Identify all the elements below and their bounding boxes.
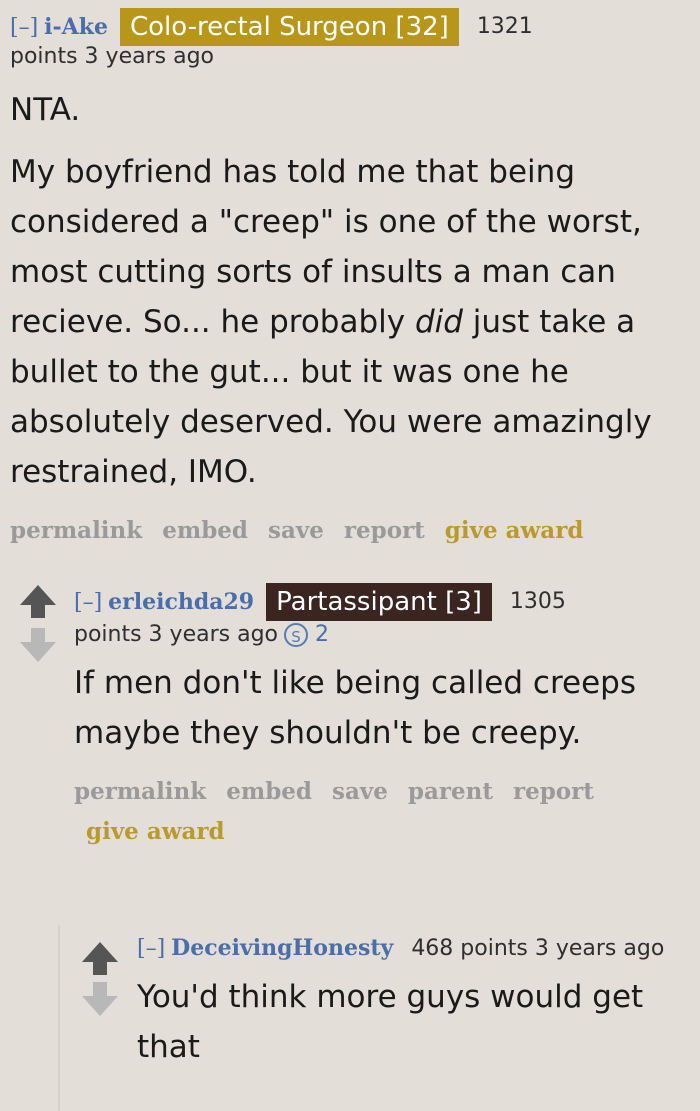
collapse-toggle[interactable]: [–]	[74, 590, 102, 615]
report-button[interactable]: report	[513, 778, 594, 805]
author-link[interactable]: i-Ake	[44, 14, 108, 40]
downvote-arrow-icon[interactable]	[82, 982, 118, 1016]
save-button[interactable]: save	[268, 517, 324, 544]
comment-meta: points 3 years ago S 2	[74, 622, 329, 647]
body-paragraph: If men don't like being called creeps ma…	[74, 665, 636, 751]
upvote-arrow-icon[interactable]	[20, 585, 56, 618]
user-flair: Partassipant [3]	[266, 583, 492, 621]
comment-actions: permalink embed save report give award	[10, 511, 692, 551]
comment-actions: permalink embed save parent report give award	[74, 772, 674, 852]
comment-body: NTA. My boyfriend has told me that being…	[10, 85, 692, 497]
comment-2: [–] erleichda29 Partassipant [3] 1305 point…	[74, 583, 694, 852]
score: 1321	[476, 14, 533, 39]
user-flair: Colo-rectal Surgeon [32]	[119, 8, 459, 46]
comment-tagline: [–] DeceivingHonesty 468 points 3 years ag…	[137, 931, 695, 966]
body-paragraph: NTA.	[10, 92, 81, 128]
comment-meta: points 3 years ago	[10, 44, 214, 69]
save-button[interactable]: save	[332, 778, 388, 805]
permalink-button[interactable]: permalink	[10, 517, 142, 544]
silver-award-icon: S	[284, 623, 308, 647]
comment-meta: 468 points 3 years ago	[411, 936, 665, 961]
comment-body: You'd think more guys would get that	[137, 972, 677, 1072]
author-link[interactable]: erleichda29	[108, 589, 254, 615]
author-link[interactable]: DeceivingHonesty	[171, 935, 393, 961]
permalink-button[interactable]: permalink	[74, 778, 206, 805]
comment-body: If men don't like being called creeps ma…	[74, 658, 654, 758]
report-button[interactable]: report	[344, 517, 425, 544]
give-award-button[interactable]: give award	[86, 818, 225, 845]
downvote-arrow-icon[interactable]	[20, 628, 56, 662]
comment-3: [–] DeceivingHonesty 468 points 3 years ag…	[137, 931, 695, 1072]
body-paragraph: You'd think more guys would get that	[137, 979, 644, 1065]
body-paragraph: My boyfriend has told me that being cons…	[10, 154, 652, 490]
comment-1: [–] i-Ake Colo-rectal Surgeon [32] 1321 poi…	[10, 8, 692, 551]
emphasis-text: did	[414, 304, 463, 340]
embed-button[interactable]: embed	[162, 517, 248, 544]
comment-tagline: [–] erleichda29 Partassipant [3] 1305 point…	[74, 583, 694, 650]
give-award-button[interactable]: give award	[445, 517, 584, 544]
upvote-arrow-icon[interactable]	[82, 942, 118, 975]
collapse-toggle[interactable]: [–]	[10, 15, 38, 40]
collapse-toggle[interactable]: [–]	[137, 936, 165, 961]
thread-indent-line	[58, 925, 60, 1111]
parent-button[interactable]: parent	[408, 778, 493, 805]
score: 1305	[509, 589, 566, 614]
award-count: 2	[315, 622, 329, 647]
embed-button[interactable]: embed	[226, 778, 312, 805]
comment-tagline: [–] i-Ake Colo-rectal Surgeon [32] 1321 poi…	[10, 8, 692, 69]
